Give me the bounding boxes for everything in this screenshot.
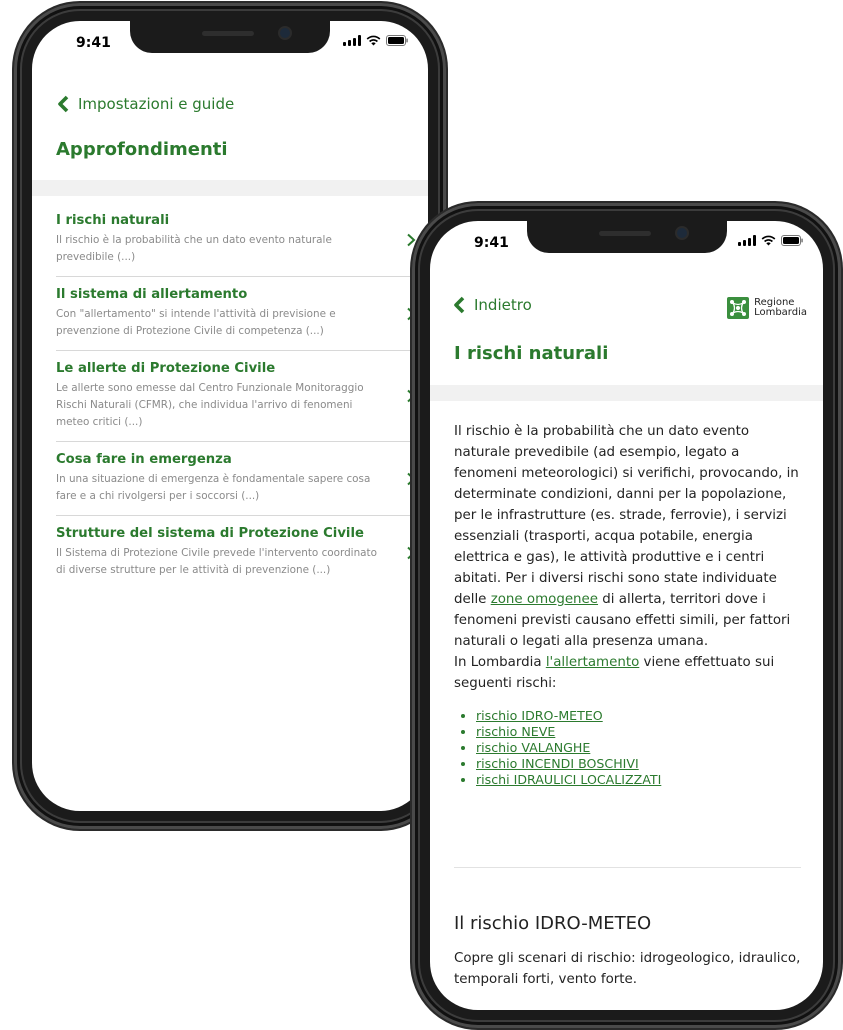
article-body: Il rischio è la probabilità che un dato … bbox=[454, 421, 801, 788]
list-item-allerte-protezione-civile[interactable]: Le allerte di Protezione Civile Le aller… bbox=[56, 351, 428, 442]
risk-link-neve[interactable]: rischio NEVE bbox=[476, 724, 555, 739]
screen-approfondimenti: 9:41 Impostazioni e guide Approfondiment… bbox=[32, 21, 428, 811]
zone-omogenee-link[interactable]: zone omogenee bbox=[491, 592, 598, 607]
list-item-cosa-fare-emergenza[interactable]: Cosa fare in emergenza In una situazione… bbox=[56, 442, 428, 516]
chevron-left-icon bbox=[58, 95, 69, 113]
item-description: Il Sistema di Protezione Civile prevede … bbox=[56, 547, 377, 576]
item-description: In una situazione di emergenza è fondame… bbox=[56, 473, 371, 502]
signal-icon bbox=[738, 235, 756, 246]
status-time: 9:41 bbox=[76, 35, 111, 51]
content-separator bbox=[454, 867, 801, 868]
allertamento-link[interactable]: l'allertamento bbox=[546, 655, 639, 670]
list-item-sistema-allertamento[interactable]: Il sistema di allertamento Con "allertam… bbox=[56, 277, 428, 351]
back-button[interactable]: Impostazioni e guide bbox=[56, 95, 234, 113]
section-heading: Il rischio IDRO-METEO bbox=[454, 913, 652, 934]
back-label: Impostazioni e guide bbox=[78, 95, 235, 113]
page-title: Approfondimenti bbox=[56, 139, 228, 160]
list-item-strutture-sistema[interactable]: Strutture del sistema di Protezione Civi… bbox=[56, 516, 428, 589]
section-text: Copre gli scenari di rischio: idrogeolog… bbox=[454, 951, 801, 987]
notch bbox=[526, 221, 727, 253]
section-divider bbox=[430, 385, 823, 401]
wifi-icon bbox=[366, 35, 381, 46]
item-title: I rischi naturali bbox=[56, 213, 170, 228]
risk-link-idro-meteo[interactable]: rischio IDRO-METEO bbox=[476, 708, 603, 723]
status-time: 9:41 bbox=[474, 235, 509, 251]
logo-line-2: Lombardia bbox=[754, 307, 807, 318]
page-title: I rischi naturali bbox=[454, 343, 609, 364]
item-title: Strutture del sistema di Protezione Civi… bbox=[56, 526, 364, 541]
section-divider bbox=[32, 180, 428, 196]
battery-icon bbox=[386, 35, 408, 46]
list-item: rischio IDRO-METEO bbox=[476, 708, 801, 724]
chevron-left-icon bbox=[454, 296, 465, 314]
phone-frame-approfondimenti: 9:41 Impostazioni e guide Approfondiment… bbox=[14, 3, 446, 829]
rosa-camuna-icon bbox=[727, 297, 750, 319]
signal-icon bbox=[343, 35, 361, 46]
list-item: rischio NEVE bbox=[476, 724, 801, 740]
notch bbox=[130, 21, 330, 53]
screen-rischi-naturali: 9:41 Indietro Regione Lombardia I rischi… bbox=[430, 221, 823, 1010]
item-description: Il rischio è la probabilità che un dato … bbox=[56, 234, 332, 263]
chevron-right-icon bbox=[407, 233, 416, 246]
back-button[interactable]: Indietro bbox=[452, 296, 532, 314]
phone-frame-rischi-naturali: 9:41 Indietro Regione Lombardia I rischi… bbox=[412, 203, 841, 1028]
intro-paragraph: Il rischio è la probabilità che un dato … bbox=[454, 424, 799, 649]
item-title: Il sistema di allertamento bbox=[56, 287, 248, 302]
list-item: rischi IDRAULICI LOCALIZZATI bbox=[476, 772, 801, 788]
item-title: Le allerte di Protezione Civile bbox=[56, 361, 276, 376]
wifi-icon bbox=[761, 235, 776, 246]
risk-link-valanghe[interactable]: rischio VALANGHE bbox=[476, 740, 590, 755]
list-item: rischio VALANGHE bbox=[476, 740, 801, 756]
list-item: rischio INCENDI BOSCHIVI bbox=[476, 756, 801, 772]
item-description: Con "allertamento" si intende l'attività… bbox=[56, 308, 336, 337]
item-description: Le allerte sono emesse dal Centro Funzio… bbox=[56, 382, 364, 428]
battery-icon bbox=[781, 235, 803, 246]
lombardia-paragraph: In Lombardia l'allertamento viene effett… bbox=[454, 655, 775, 691]
risk-link-idraulici-localizzati[interactable]: rischi IDRAULICI LOCALIZZATI bbox=[476, 772, 661, 787]
item-title: Cosa fare in emergenza bbox=[56, 452, 232, 467]
risk-link-incendi-boschivi[interactable]: rischio INCENDI BOSCHIVI bbox=[476, 756, 639, 771]
topics-list: I rischi naturali Il rischio è la probab… bbox=[56, 203, 428, 589]
list-item-rischi-naturali[interactable]: I rischi naturali Il rischio è la probab… bbox=[56, 203, 428, 277]
risk-list: rischio IDRO-METEO rischio NEVE rischio … bbox=[454, 708, 801, 788]
back-label: Indietro bbox=[474, 296, 532, 314]
regione-lombardia-logo: Regione Lombardia bbox=[727, 297, 807, 319]
